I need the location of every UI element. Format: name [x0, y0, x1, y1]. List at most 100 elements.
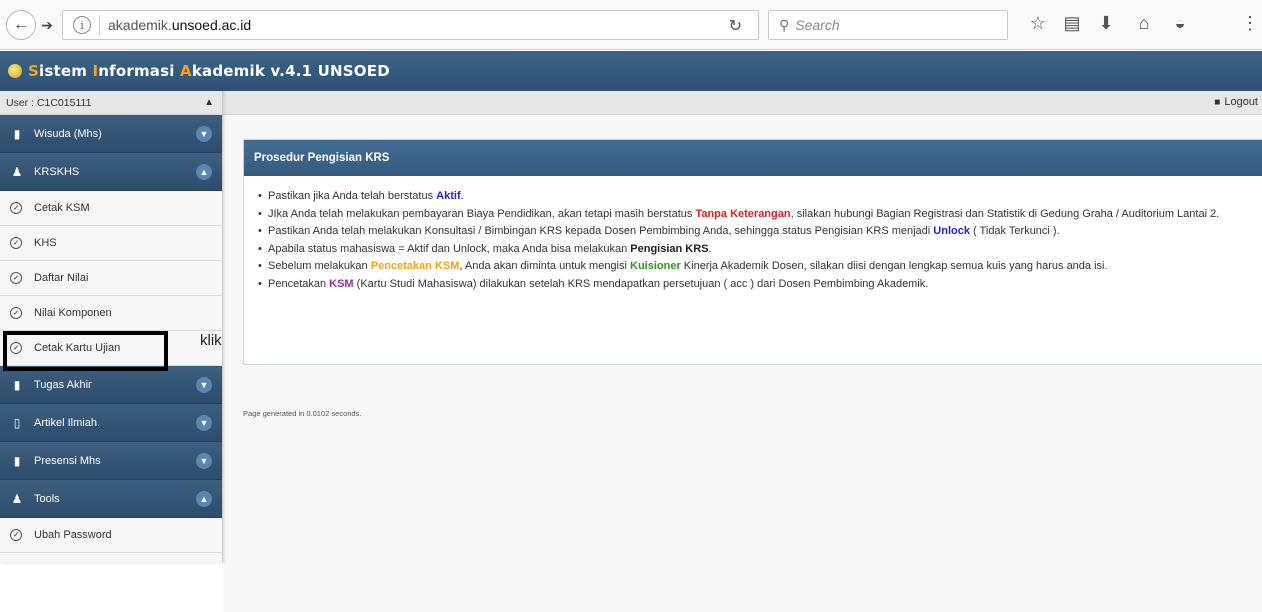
chevron-down-icon[interactable]: ▼: [196, 377, 212, 393]
logout-label: Logout: [1224, 96, 1258, 108]
pocket-icon[interactable]: ◒: [1168, 13, 1192, 34]
menu-group-presensi[interactable]: ▮ Presensi Mhs ▼: [0, 442, 222, 480]
procedure-item: Pastikan jika Anda telah berstatus Aktif…: [258, 188, 1252, 206]
back-button[interactable]: ←: [6, 10, 36, 40]
procedure-item: Sebelum melakukan Pencetakan KSM, Anda a…: [258, 258, 1252, 276]
menu-item-ubah-password[interactable]: ✓ Ubah Password: [0, 518, 222, 553]
user-bar[interactable]: User : C1C015111 ▲: [0, 91, 222, 115]
highlighted-term: Kuisioner: [630, 260, 681, 272]
procedure-item: Pencetakan KSM (Kartu Studi Mahasiswa) d…: [258, 276, 1252, 294]
menu-group-label: KRSKHS: [34, 165, 80, 178]
panel-title: Prosedur Pengisian KRS: [244, 140, 1262, 176]
nav-buttons: ← ➔: [6, 10, 58, 40]
menu-icon[interactable]: ⋮: [1238, 13, 1262, 34]
procedure-text: Sebelum melakukan: [268, 260, 371, 272]
arrow-left-icon: ←: [13, 16, 29, 33]
klik-annotation: klik: [200, 332, 222, 349]
user-label: User : C1C015111: [6, 96, 92, 109]
bookmark-icon: ▮: [13, 126, 21, 141]
users-icon: ♟: [11, 491, 23, 506]
chevron-up-icon[interactable]: ▲: [196, 164, 212, 180]
logout-link[interactable]: ■ Logout: [1214, 96, 1258, 108]
url-separator: [99, 15, 100, 35]
forward-button[interactable]: ➔: [36, 10, 58, 40]
bookmark-icon: ▮: [13, 453, 21, 468]
chevron-up-icon[interactable]: ▲: [204, 97, 214, 108]
search-input[interactable]: ⚲ Search: [768, 10, 1008, 40]
procedure-item: Apabila status mahasiswa = Aktif dan Unl…: [258, 241, 1252, 259]
chevron-down-icon[interactable]: ▼: [196, 453, 212, 469]
procedure-text: Apabila status mahasiswa = Aktif dan Unl…: [268, 242, 631, 255]
menu-item-label: Cetak KSM: [34, 202, 90, 214]
check-circle-icon: ✓: [10, 529, 22, 541]
highlighted-term: Pencetakan KSM: [370, 260, 460, 272]
reader-icon[interactable]: ▤: [1060, 13, 1084, 34]
procedure-text: Pencetakan: [268, 277, 330, 290]
procedure-text: Kinerja Akademik Dosen, silakan diisi de…: [680, 260, 1108, 272]
highlighted-term: Tanpa Keterangan: [695, 207, 791, 220]
menu-group-label: Presensi Mhs: [34, 454, 101, 467]
user-icon: ■: [1214, 96, 1221, 108]
browser-toolbar: ← ➔ i akademik.unsoed.ac.id ↻ ⚲ Search ☆…: [0, 0, 1262, 50]
app-header: Sistem Informasi Akademik v.4.1 UNSOED: [0, 51, 1262, 91]
highlight-box: [3, 331, 168, 371]
sidebar: User : C1C015111 ▲ ▮ Wisuda (Mhs) ▼ ♟ KR…: [0, 91, 223, 563]
menu-group-label: Artikel Ilmiah.: [34, 416, 101, 429]
menu-item-khs[interactable]: ✓ KHS: [0, 226, 222, 261]
home-icon[interactable]: ⌂: [1132, 13, 1156, 34]
search-placeholder: Search: [795, 17, 840, 33]
menu-group-wisuda[interactable]: ▮ Wisuda (Mhs) ▼: [0, 115, 222, 153]
chevron-down-icon[interactable]: ▼: [196, 415, 212, 431]
app-title: Sistem Informasi Akademik v.4.1 UNSOED: [28, 62, 390, 80]
top-strip: ■ Logout: [223, 91, 1262, 115]
menu-item-label: KHS: [34, 237, 57, 249]
menu-item-label: Nilai Komponen: [34, 307, 112, 319]
procedure-text: .: [460, 190, 464, 202]
procedure-text: , Anda akan diminta untuk mengisi: [459, 260, 630, 272]
menu-item-label: Ubah Password: [34, 529, 112, 541]
procedure-text: .: [708, 242, 712, 255]
procedure-text: , silakan hubungi Bagian Registrasi dan …: [790, 207, 1220, 220]
krs-procedure-panel: Prosedur Pengisian KRS Pastikan jika And…: [243, 139, 1262, 365]
chevron-down-icon[interactable]: ▼: [196, 126, 212, 142]
check-circle-icon: ✓: [10, 272, 22, 284]
menu-item-daftar-nilai[interactable]: ✓ Daftar Nilai: [0, 261, 222, 296]
procedure-text: ( Tidak Terkunci ).: [969, 225, 1060, 237]
download-icon[interactable]: ⬇: [1094, 13, 1118, 34]
users-icon: ♟: [11, 164, 23, 179]
procedure-item: Pastikan Anda telah melakukan Konsultasi…: [258, 223, 1252, 241]
highlighted-term: Pengisian KRS: [630, 242, 709, 255]
url-text[interactable]: akademik.unsoed.ac.id: [108, 17, 251, 33]
procedure-text: JIka Anda telah melakukan pembayaran Bia…: [268, 207, 696, 220]
highlighted-term: KSM: [329, 277, 354, 290]
search-icon: ⚲: [779, 16, 790, 33]
reload-icon[interactable]: ↻: [729, 16, 742, 36]
procedure-item: JIka Anda telah melakukan pembayaran Bia…: [258, 206, 1252, 224]
check-circle-icon: ✓: [10, 307, 22, 319]
page-generated-text: Page generated in 0.0102 seconds.: [243, 409, 362, 418]
url-bar[interactable]: i akademik.unsoed.ac.id ↻: [62, 10, 759, 40]
file-icon: ▯: [13, 415, 21, 430]
menu-item-nilai-komponen[interactable]: ✓ Nilai Komponen: [0, 296, 222, 331]
menu-group-tugas-akhir[interactable]: ▮ Tugas Akhir ▼: [0, 366, 222, 404]
info-icon[interactable]: i: [73, 16, 91, 34]
menu-group-label: Tools: [34, 492, 60, 505]
menu-item-label: Daftar Nilai: [34, 272, 89, 284]
procedure-text: Pastikan jika Anda telah berstatus: [268, 190, 437, 202]
menu-group-artikel-ilmiah[interactable]: ▯ Artikel Ilmiah. ▼: [0, 404, 222, 442]
arrow-right-icon: ➔: [41, 16, 53, 33]
check-circle-icon: ✓: [10, 237, 22, 249]
bookmark-icon: ▮: [13, 377, 21, 392]
chevron-up-icon[interactable]: ▲: [196, 491, 212, 507]
highlighted-term: Aktif: [436, 190, 461, 202]
highlighted-term: Unlock: [933, 225, 970, 237]
star-icon[interactable]: ☆: [1026, 13, 1050, 34]
menu-item-cetak-ksm[interactable]: ✓ Cetak KSM: [0, 191, 222, 226]
menu-group-label: Wisuda (Mhs): [34, 127, 102, 140]
menu-group-tools[interactable]: ♟ Tools ▲: [0, 480, 222, 518]
procedure-text: (Kartu Studi Mahasiswa) dilakukan setela…: [353, 277, 929, 290]
menu-group-krskhs[interactable]: ♟ KRSKHS ▲: [0, 153, 222, 191]
logo-icon: [8, 64, 22, 78]
check-circle-icon: ✓: [10, 202, 22, 214]
menu-group-label: Tugas Akhir: [34, 378, 92, 391]
